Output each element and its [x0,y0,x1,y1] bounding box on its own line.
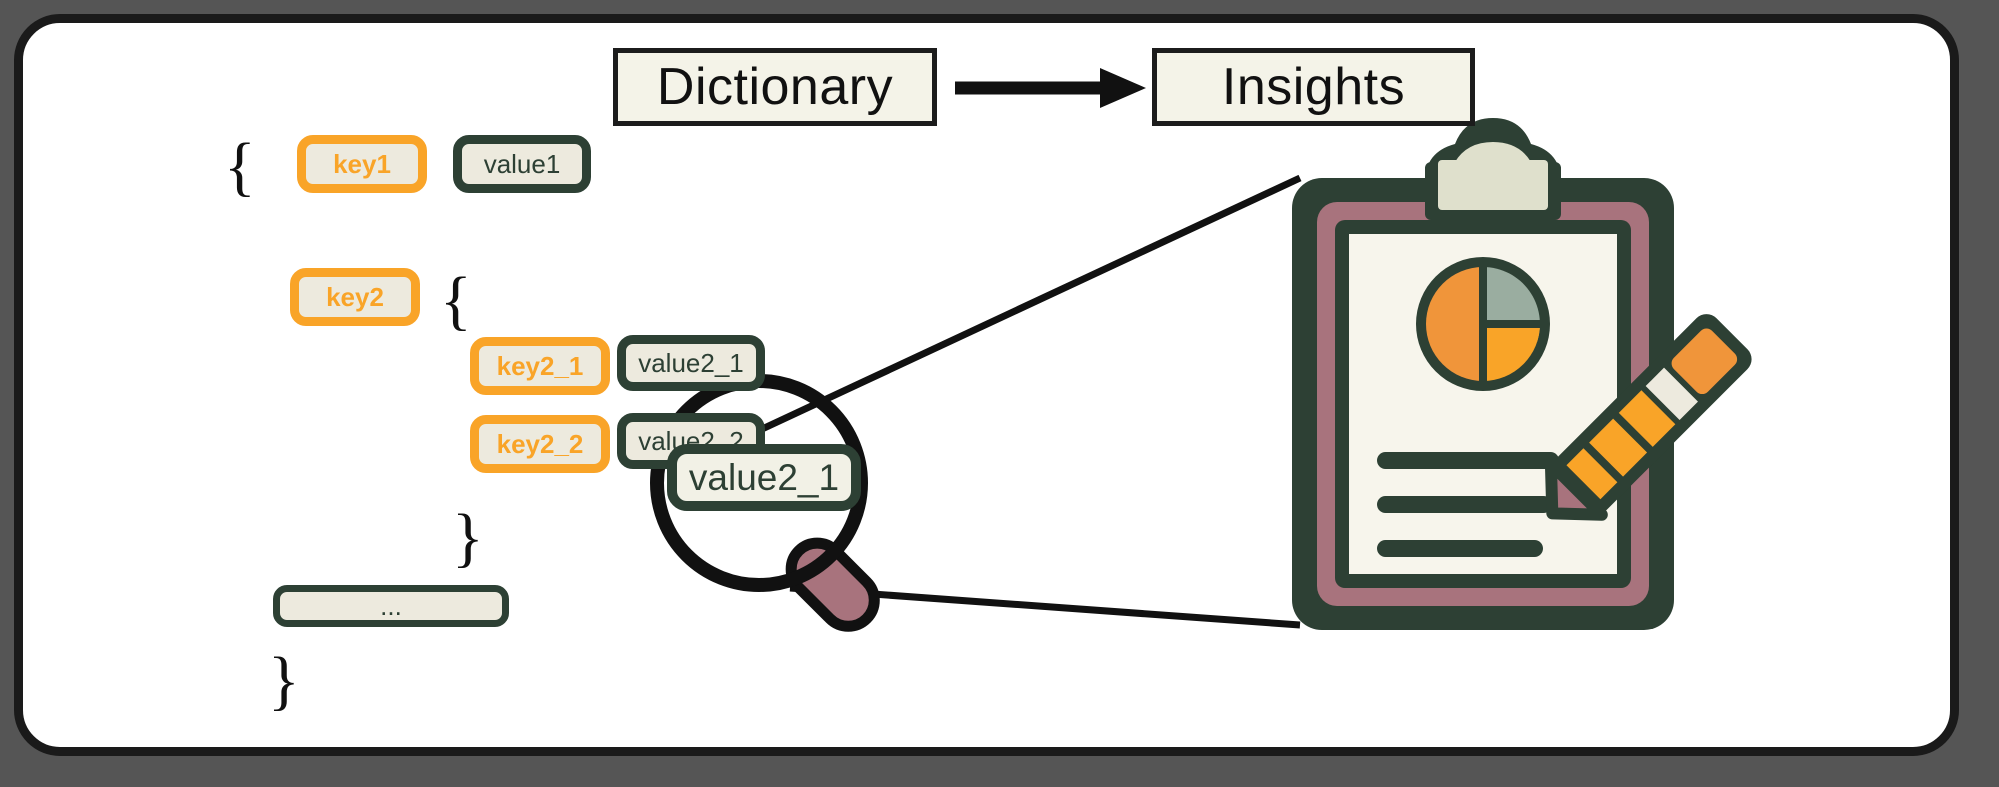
dict-value-value2-1-label: value2_1 [638,348,744,378]
magnified-value-pill: value2_1 [667,444,861,511]
dict-key-key1-label: key1 [333,149,391,179]
dict-ellipsis-box: ... [273,585,509,627]
dict-ellipsis-label: ... [380,591,402,621]
dict-key-key2-1: key2_1 [470,337,610,395]
dictionary-label: Dictionary [656,58,894,116]
diagram-canvas: Dictionary Insights { key1 value1 key2 {… [0,0,1999,787]
dict-key-key2-1-label: key2_1 [496,351,584,381]
nested-open-brace: { [440,264,472,337]
nested-close-brace: } [452,501,484,574]
dict-value-value2-1: value2_1 [617,335,765,391]
insights-label: Insights [1221,58,1406,116]
dict-value-value1-label: value1 [483,149,561,179]
dict-key-key2: key2 [290,268,420,326]
dict-key-key2-label: key2 [326,282,384,312]
diagram-card [14,14,1959,756]
dict-close-brace: } [268,644,300,717]
dictionary-label-box: Dictionary [613,48,937,126]
dict-open-brace: { [224,130,256,203]
dict-key-key2-2: key2_2 [470,415,610,473]
magnified-value-label: value2_1 [688,457,840,498]
dict-value-value1: value1 [453,135,591,193]
dict-key-key2-2-label: key2_2 [496,429,584,459]
insights-label-box: Insights [1152,48,1475,126]
dict-key-key1: key1 [297,135,427,193]
